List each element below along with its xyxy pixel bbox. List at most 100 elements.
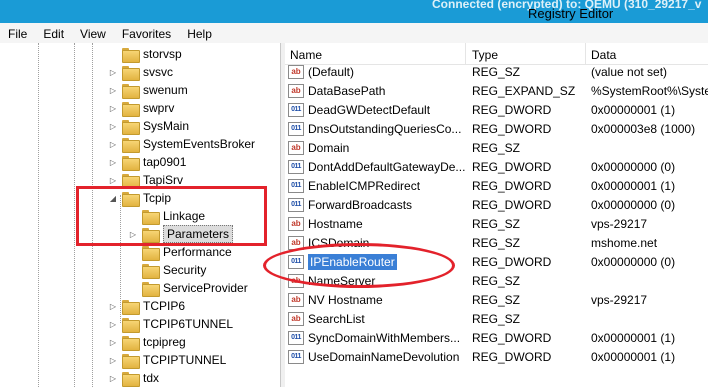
- tree-item-security[interactable]: Security: [128, 261, 206, 279]
- value-name: EnableICMPRedirect: [308, 179, 421, 193]
- tree-item-label: Security: [163, 263, 207, 277]
- tree-item-sysmain[interactable]: ▷ SysMain: [108, 117, 189, 135]
- value-data: mshome.net: [591, 236, 658, 250]
- value-type: REG_SZ: [472, 141, 521, 155]
- expand-arrow-icon[interactable]: ▷: [108, 122, 118, 131]
- tree-item-swprv[interactable]: ▷ swprv: [108, 99, 174, 117]
- string-value-icon: ab: [288, 141, 304, 155]
- folder-icon: [122, 299, 140, 315]
- expand-arrow-icon[interactable]: ▷: [108, 104, 118, 113]
- expand-arrow-icon[interactable]: ▷: [108, 176, 118, 185]
- folder-icon: [122, 119, 140, 135]
- value-type: REG_DWORD: [472, 350, 552, 364]
- string-value-icon: ab: [288, 293, 304, 307]
- value-type: REG_DWORD: [472, 331, 552, 345]
- registry-value-row[interactable]: 011 EnableICMPRedirect REG_DWORD 0x00000001…: [285, 177, 708, 196]
- column-separator[interactable]: [585, 43, 586, 65]
- column-header-type[interactable]: Type: [472, 48, 498, 62]
- tree-item-tapisrv[interactable]: ▷ TapiSrv: [108, 171, 183, 189]
- menu-edit[interactable]: Edit: [35, 23, 72, 43]
- tree-item-storvsp[interactable]: storvsp: [108, 45, 182, 63]
- tree-item-label: tap0901: [143, 155, 187, 169]
- tree-item-label: svsvc: [143, 65, 173, 79]
- registry-value-row[interactable]: ab DataBasePath REG_EXPAND_SZ %SystemRoot%\…: [285, 82, 708, 101]
- value-data: %SystemRoot%\Syste: [591, 84, 708, 98]
- tree-item-label: Parameters: [163, 225, 234, 243]
- registry-value-row[interactable]: 011 ForwardBroadcasts REG_DWORD 0x00000000 …: [285, 196, 708, 215]
- string-value-icon: ab: [288, 274, 304, 288]
- binary-value-icon: 011: [288, 122, 304, 136]
- expand-arrow-icon[interactable]: ▷: [128, 230, 138, 239]
- registry-value-row[interactable]: ab NameServer REG_SZ: [285, 272, 708, 291]
- folder-icon: [122, 353, 140, 369]
- tree-item-tcpip6[interactable]: ▷ TCPIP6: [108, 297, 185, 315]
- value-name: DeadGWDetectDefault: [308, 103, 431, 117]
- tree-item-linkage[interactable]: Linkage: [128, 207, 205, 225]
- folder-icon: [122, 155, 140, 171]
- registry-value-row[interactable]: ab ICSDomain REG_SZ mshome.net: [285, 234, 708, 253]
- value-name: UseDomainNameDevolution: [308, 350, 460, 364]
- expand-arrow-icon[interactable]: ▷: [108, 356, 118, 365]
- expand-arrow-icon[interactable]: ▷: [108, 302, 118, 311]
- value-type: REG_SZ: [472, 217, 521, 231]
- expand-arrow-icon[interactable]: ▷: [108, 374, 118, 383]
- value-type: REG_DWORD: [472, 160, 552, 174]
- tree-item-tdx[interactable]: ▷ tdx: [108, 369, 159, 387]
- registry-value-row[interactable]: ab Hostname REG_SZ vps-29217: [285, 215, 708, 234]
- tree-item-parameters[interactable]: ▷ Parameters: [128, 225, 234, 243]
- registry-value-row[interactable]: ab SearchList REG_SZ: [285, 310, 708, 329]
- expand-arrow-icon[interactable]: ▷: [108, 158, 118, 167]
- registry-value-row[interactable]: ab Domain REG_SZ: [285, 139, 708, 158]
- tree-item-tcpipreg[interactable]: ▷ tcpipreg: [108, 333, 186, 351]
- tree-item-swenum[interactable]: ▷ swenum: [108, 81, 188, 99]
- menu-view[interactable]: View: [72, 23, 114, 43]
- registry-value-row[interactable]: 011 IPEnableRouter REG_DWORD 0x00000000 (0): [285, 253, 708, 272]
- value-type: REG_SZ: [472, 236, 521, 250]
- expand-arrow-icon[interactable]: ◢: [108, 194, 118, 203]
- binary-value-icon: 011: [288, 103, 304, 117]
- expand-arrow-icon[interactable]: ▷: [108, 338, 118, 347]
- folder-icon: [122, 101, 140, 117]
- value-name: SyncDomainWithMembers...: [308, 331, 461, 345]
- tree-item-tcpip6tunnel[interactable]: ▷ TCPIP6TUNNEL: [108, 315, 233, 333]
- value-name: ForwardBroadcasts: [308, 198, 413, 212]
- tree-item-systemeventsbroker[interactable]: ▷ SystemEventsBroker: [108, 135, 255, 153]
- list-header: Name Type Data: [285, 43, 708, 65]
- registry-value-row[interactable]: 011 DnsOutstandingQueriesCo... REG_DWORD 0x…: [285, 120, 708, 139]
- tree-item-performance[interactable]: Performance: [128, 243, 232, 261]
- folder-icon: [122, 335, 140, 351]
- value-type: REG_SZ: [472, 274, 521, 288]
- registry-value-row[interactable]: 011 DontAddDefaultGatewayDe... REG_DWORD 0x…: [285, 158, 708, 177]
- binary-value-icon: 011: [288, 160, 304, 174]
- column-header-data[interactable]: Data: [591, 48, 616, 62]
- expand-arrow-icon[interactable]: ▷: [108, 86, 118, 95]
- tree-item-tcpip[interactable]: ◢ Tcpip: [108, 189, 171, 207]
- registry-tree[interactable]: storvsp ▷ svsvc ▷ swenum ▷ swprv ▷ SysMain ▷ Syste…: [0, 43, 281, 387]
- string-value-icon: ab: [288, 65, 304, 79]
- title-bar[interactable]: Connected (encrypted) to: QEMU (310_2921…: [0, 0, 708, 23]
- registry-value-row[interactable]: 011 DeadGWDetectDefault REG_DWORD 0x0000000…: [285, 101, 708, 120]
- menu-help[interactable]: Help: [179, 23, 220, 43]
- tree-item-serviceprovider[interactable]: ServiceProvider: [128, 279, 248, 297]
- tree-item-tcpiptunnel[interactable]: ▷ TCPIPTUNNEL: [108, 351, 226, 369]
- string-value-icon: ab: [288, 312, 304, 326]
- menu-file[interactable]: File: [0, 23, 35, 43]
- expand-arrow-icon[interactable]: ▷: [108, 320, 118, 329]
- tree-item-label: SystemEventsBroker: [143, 137, 256, 151]
- expand-arrow-icon[interactable]: ▷: [108, 140, 118, 149]
- value-data: vps-29217: [591, 217, 648, 231]
- registry-value-row[interactable]: ab (Default) REG_SZ (value not set): [285, 63, 708, 82]
- tree-item-tap0901[interactable]: ▷ tap0901: [108, 153, 186, 171]
- expand-arrow-icon[interactable]: ▷: [108, 68, 118, 77]
- column-header-name[interactable]: Name: [290, 48, 322, 62]
- tree-guide-line: [74, 43, 75, 387]
- value-name: IPEnableRouter: [308, 254, 397, 270]
- value-type: REG_SZ: [472, 293, 521, 307]
- registry-value-row[interactable]: 011 SyncDomainWithMembers... REG_DWORD 0x00…: [285, 329, 708, 348]
- tree-item-svsvc[interactable]: ▷ svsvc: [108, 63, 173, 81]
- registry-value-row[interactable]: ab NV Hostname REG_SZ vps-29217: [285, 291, 708, 310]
- registry-value-row[interactable]: 011 UseDomainNameDevolution REG_DWORD 0x000…: [285, 348, 708, 367]
- tree-item-label: SysMain: [143, 119, 190, 133]
- menu-favorites[interactable]: Favorites: [114, 23, 179, 43]
- column-separator[interactable]: [465, 43, 466, 65]
